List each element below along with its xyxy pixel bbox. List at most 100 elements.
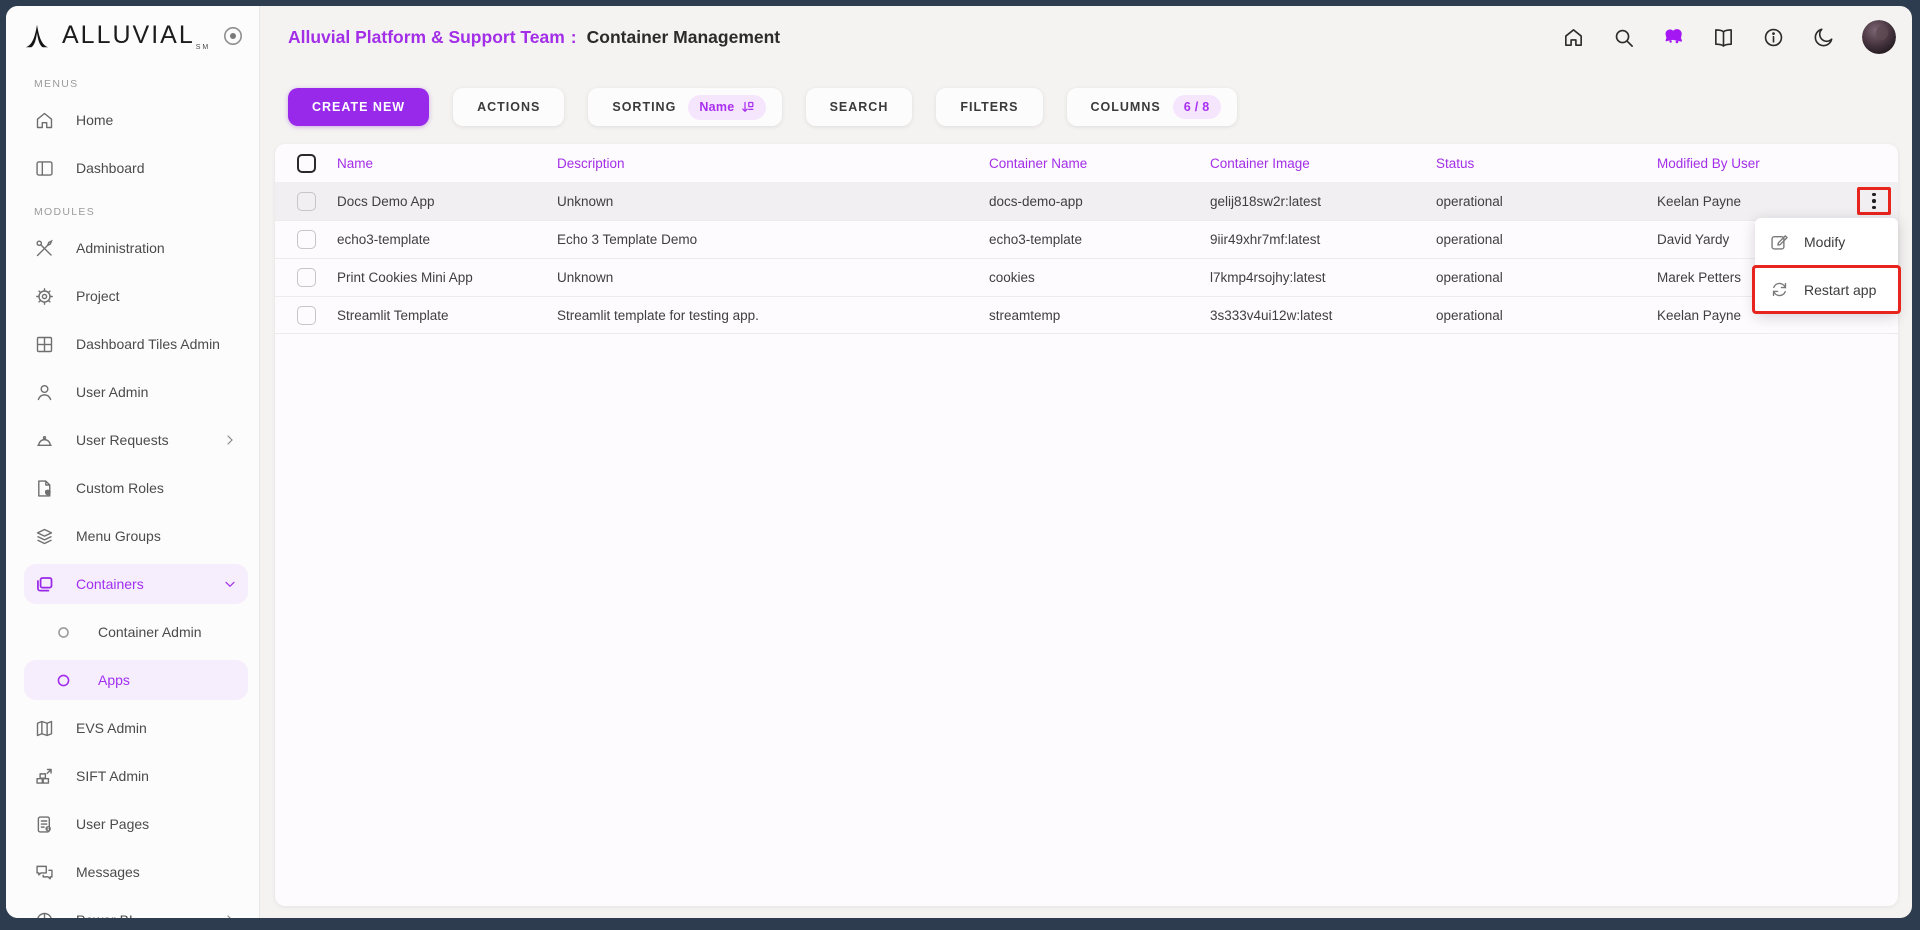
filters-button[interactable]: FILTERS <box>936 88 1042 126</box>
user-avatar[interactable] <box>1862 20 1896 54</box>
cell-description: Streamlit template for testing app. <box>557 308 989 323</box>
context-menu-item-label: Modify <box>1804 234 1845 250</box>
table-card: Name Description Container Name Containe… <box>275 144 1898 906</box>
sidebar-item-evs-admin[interactable]: EVS Admin <box>24 708 248 748</box>
home-icon <box>34 110 55 131</box>
column-header-status[interactable]: Status <box>1436 156 1657 171</box>
edit-icon <box>1769 231 1790 252</box>
radio-circle-icon <box>53 622 74 643</box>
sidebar-item-project[interactable]: Project <box>24 276 248 316</box>
sidebar-item-label: Menu Groups <box>76 528 161 544</box>
table-row[interactable]: Print Cookies Mini App Unknown cookies l… <box>275 258 1898 296</box>
sidebar-item-dashboard-tiles-admin[interactable]: Dashboard Tiles Admin <box>24 324 248 364</box>
column-header-container-name[interactable]: Container Name <box>989 156 1210 171</box>
sidebar-item-user-requests[interactable]: User Requests <box>24 420 248 460</box>
columns-count-badge: 6 / 8 <box>1173 95 1221 119</box>
sidebar-item-dashboard[interactable]: Dashboard <box>24 148 248 188</box>
cell-container-name: echo3-template <box>989 232 1210 247</box>
row-checkbox[interactable] <box>297 268 316 287</box>
table-row[interactable]: Streamlit Template Streamlit template fo… <box>275 296 1898 334</box>
brand-name: ALLUVIALSM <box>62 21 210 51</box>
restart-icon <box>1769 279 1790 300</box>
sidebar-item-menu-groups[interactable]: Menu Groups <box>24 516 248 556</box>
search-icon[interactable] <box>1612 26 1635 49</box>
kebab-menu-icon[interactable] <box>1872 193 1876 210</box>
sidebar-item-messages[interactable]: Messages <box>24 852 248 892</box>
column-header-modified-by-user[interactable]: Modified By User <box>1657 156 1857 171</box>
sort-descending-icon <box>740 100 755 115</box>
document-info-icon <box>34 814 55 835</box>
row-context-menu: Modify Restart app <box>1755 218 1898 314</box>
toolbar: CREATE NEW ACTIONS SORTING Name SEARCH F… <box>260 68 1912 126</box>
sidebar-item-apps[interactable]: Apps <box>24 660 248 700</box>
documentation-book-icon[interactable] <box>1712 26 1735 49</box>
sidebar-item-user-admin[interactable]: User Admin <box>24 372 248 412</box>
sidebar-item-power-bi[interactable]: Power BI <box>24 900 248 918</box>
sorting-button[interactable]: SORTING Name <box>588 88 781 126</box>
dark-mode-moon-icon[interactable] <box>1812 26 1835 49</box>
context-menu-item-modify[interactable]: Modify <box>1755 218 1898 265</box>
document-shield-icon <box>34 478 55 499</box>
cell-status: operational <box>1436 194 1657 209</box>
column-header-description[interactable]: Description <box>557 156 989 171</box>
sidebar-item-custom-roles[interactable]: Custom Roles <box>24 468 248 508</box>
sidebar-item-sift-admin[interactable]: SIFT Admin <box>24 756 248 796</box>
row-checkbox[interactable] <box>297 192 316 211</box>
sidebar-item-container-admin[interactable]: Container Admin <box>24 612 248 652</box>
breadcrumb-separator: : <box>571 27 577 47</box>
cell-status: operational <box>1436 232 1657 247</box>
sidebar-item-administration[interactable]: Administration <box>24 228 248 268</box>
home-icon[interactable] <box>1562 26 1585 49</box>
column-header-container-image[interactable]: Container Image <box>1210 156 1436 171</box>
context-menu-item-label: Restart app <box>1804 282 1876 298</box>
cell-container-name: docs-demo-app <box>989 194 1210 209</box>
table-row[interactable]: echo3-template Echo 3 Template Demo echo… <box>275 220 1898 258</box>
sidebar-item-label: Container Admin <box>98 624 202 640</box>
context-menu-item-restart-app[interactable]: Restart app <box>1752 265 1901 314</box>
sidebar-section-menus: MENUS <box>6 78 259 90</box>
topbar: Alluvial Platform & Support Team:Contain… <box>260 6 1912 68</box>
row-checkbox[interactable] <box>297 306 316 325</box>
sidebar-item-user-pages[interactable]: User Pages <box>24 804 248 844</box>
main-content: Alluvial Platform & Support Team: Contain… <box>260 6 1912 918</box>
layers-icon <box>34 526 55 547</box>
select-all-checkbox[interactable] <box>297 154 316 173</box>
topbar-icons <box>1562 20 1896 54</box>
cell-container-image: gelij818sw2r:latest <box>1210 194 1436 209</box>
cell-modified-by: Keelan Payne <box>1657 194 1857 209</box>
sidebar-item-label: Custom Roles <box>76 480 164 496</box>
sidebar-item-label: Containers <box>76 576 144 592</box>
map-icon <box>34 718 55 739</box>
actions-button[interactable]: ACTIONS <box>453 88 564 126</box>
cell-description: Unknown <box>557 270 989 285</box>
cell-status: operational <box>1436 270 1657 285</box>
tools-icon <box>34 238 55 259</box>
sidebar-item-label: Apps <box>98 672 130 688</box>
sidebar-item-containers[interactable]: Containers <box>24 564 248 604</box>
notifications-bells-icon[interactable] <box>1662 26 1685 49</box>
window-frame: ALLUVIALSM MENUS Home Dashboard MODULES … <box>0 0 1920 930</box>
cell-container-image: 3s333v4ui12w:latest <box>1210 308 1436 323</box>
table-header-row: Name Description Container Name Containe… <box>275 144 1898 182</box>
table-row[interactable]: Docs Demo App Unknown docs-demo-app geli… <box>275 182 1898 220</box>
search-button[interactable]: SEARCH <box>806 88 913 126</box>
breadcrumb-team: Alluvial Platform & Support Team <box>288 27 565 47</box>
info-icon[interactable] <box>1762 26 1785 49</box>
sidebar-collapse-toggle[interactable] <box>221 24 245 48</box>
sidebar-item-label: SIFT Admin <box>76 768 149 784</box>
sidebar-item-label: Home <box>76 112 113 128</box>
create-new-button[interactable]: CREATE NEW <box>288 88 429 126</box>
cell-name: Streamlit Template <box>337 308 557 323</box>
sidebar-item-label: User Admin <box>76 384 148 400</box>
sidebar-item-label: EVS Admin <box>76 720 147 736</box>
columns-button[interactable]: COLUMNS 6 / 8 <box>1067 88 1237 126</box>
row-checkbox[interactable] <box>297 230 316 249</box>
column-header-name[interactable]: Name <box>337 156 557 171</box>
user-icon <box>34 382 55 403</box>
sorting-button-label: SORTING <box>612 100 676 114</box>
sidebar-item-home[interactable]: Home <box>24 100 248 140</box>
sidebar-item-label: Administration <box>76 240 165 256</box>
sidebar-item-label: Dashboard Tiles Admin <box>76 336 220 352</box>
brand-suffix: SM <box>196 44 211 51</box>
sidebar-item-label: Messages <box>76 864 140 880</box>
